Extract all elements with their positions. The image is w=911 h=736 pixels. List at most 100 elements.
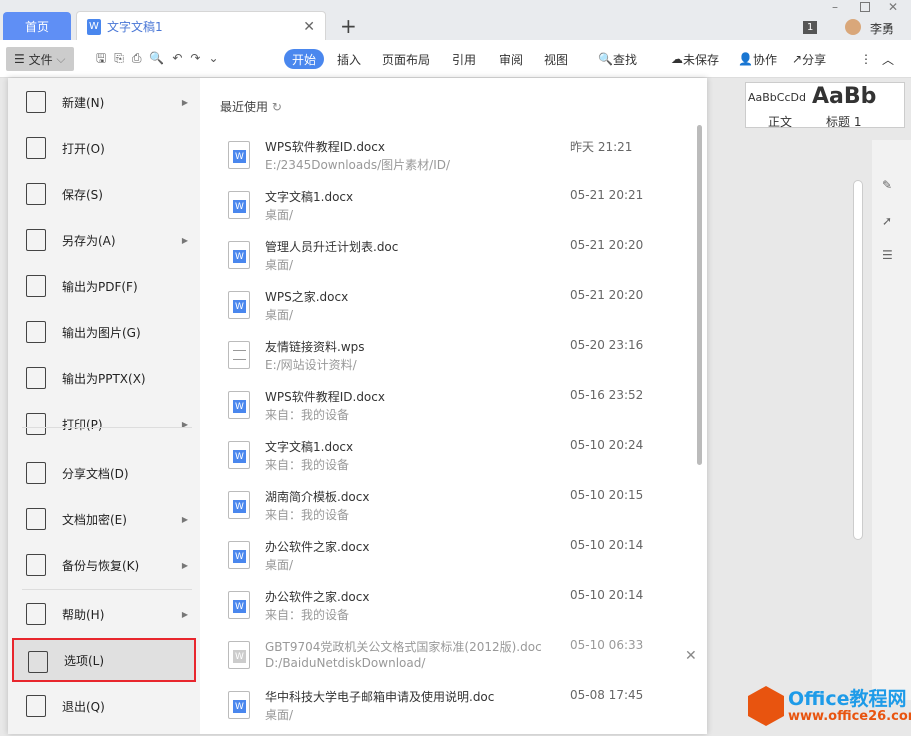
file-menu-list: 新建(N) ▶ 打开(O) 保存(S) 另存为(A) ▶ 输出为PDF(F) 输出为图片(G)… <box>8 78 200 734</box>
file-path: 桌面/ <box>265 208 294 222</box>
style-heading1[interactable]: AaBb <box>812 84 876 109</box>
close-icon[interactable]: ✕ <box>303 19 315 35</box>
tab-document[interactable]: W 文字文稿1 ✕ <box>76 11 326 41</box>
recent-file-row[interactable]: 友情链接资料.wps E:/网站设计资料/05-20 23:16 <box>220 336 700 386</box>
collapse-ribbon-icon[interactable]: ︿ <box>882 49 894 69</box>
file-date: 05-10 20:14 <box>570 588 644 602</box>
menu-item[interactable]: 输出为PDF(F) <box>12 264 196 308</box>
recent-file-row[interactable]: W 文字文稿1.docx 来自：我的设备 05-10 20:24 <box>220 436 700 486</box>
menu-item[interactable]: 新建(N) ▶ <box>12 80 196 124</box>
menu-item[interactable]: 文档加密(E) ▶ <box>12 497 196 541</box>
document-icon: W <box>228 591 250 619</box>
style-normal[interactable]: AaBbCcDd <box>748 91 806 104</box>
recent-scrollbar[interactable] <box>697 125 702 465</box>
menu-item-icon <box>26 462 46 484</box>
minimize-icon[interactable]: – <box>832 0 838 14</box>
tab-references[interactable]: 引用 <box>452 49 476 69</box>
menu-item[interactable]: 帮助(H) ▶ <box>12 592 196 636</box>
recent-title: 最近使用 ↻ <box>220 100 282 114</box>
user-name[interactable]: 李勇 <box>870 20 894 37</box>
menu-item[interactable]: 备份与恢复(K) ▶ <box>12 543 196 587</box>
share-button[interactable]: ↗ 分享 <box>792 49 826 69</box>
style-gallery[interactable]: AaBbCcDd 正文 AaBb 标题 1 <box>745 82 905 129</box>
tab-view[interactable]: 视图 <box>544 49 568 69</box>
tab-insert[interactable]: 插入 <box>337 49 361 69</box>
recent-file-row[interactable]: W WPS之家.docx 桌面/05-21 20:20 <box>220 286 700 336</box>
menu-item[interactable]: 输出为PPTX(X) <box>12 356 196 400</box>
menu-item[interactable]: 输出为图片(G) <box>12 310 196 354</box>
document-icon: W <box>228 691 250 719</box>
file-name: 友情链接资料.wps <box>265 340 365 354</box>
document-icon: W <box>228 291 250 319</box>
menu-item[interactable]: 保存(S) <box>12 172 196 216</box>
settings-sliders-icon[interactable]: ☰ <box>882 248 893 262</box>
style-normal-label: 正文 <box>768 115 793 129</box>
menu-item[interactable]: 另存为(A) ▶ <box>12 218 196 262</box>
quick-access-icons[interactable]: 🖫⎘⎙🔍↶↷⌄ <box>96 49 227 69</box>
style-heading1-label: 标题 1 <box>826 115 862 129</box>
unsaved-button[interactable]: ☁ 未保存 <box>671 49 719 69</box>
menu-item-icon <box>26 321 46 343</box>
toolbar: ☰ 文件 ⌵ 🖫⎘⎙🔍↶↷⌄ 开始 插入 页面布局 引用 审阅 视图 🔍 查找 ☁… <box>0 40 911 78</box>
recent-file-row[interactable]: W GBT9704党政机关公文格式国家标准(2012版).doc D:/BaiduN… <box>220 636 700 686</box>
file-menu-panel: 新建(N) ▶ 打开(O) 保存(S) 另存为(A) ▶ 输出为PDF(F) 输出为图片(G)… <box>8 78 707 734</box>
menu-item[interactable]: 打开(O) <box>12 126 196 170</box>
file-name: WPS软件教程ID.docx <box>265 140 385 154</box>
tab-review[interactable]: 审阅 <box>499 49 523 69</box>
menu-item-icon <box>26 508 46 530</box>
menu-item-icon <box>26 554 46 576</box>
recent-file-row[interactable]: W WPS软件教程ID.docx 来自：我的设备 05-16 23:52 <box>220 386 700 436</box>
recent-file-row[interactable]: W 文字文稿1.docx 桌面/05-21 20:21 <box>220 186 700 236</box>
document-icon: W <box>228 391 250 419</box>
file-date: 05-16 23:52 <box>570 388 644 402</box>
divider <box>22 589 192 590</box>
recent-file-row[interactable]: W 湖南简介模板.docx 来自：我的设备 05-10 20:15 <box>220 486 700 536</box>
refresh-icon[interactable]: ↻ <box>272 100 282 114</box>
menu-item[interactable]: 选项(L) <box>12 638 196 682</box>
file-name: 华中科技大学电子邮箱申请及使用说明.doc <box>265 690 495 704</box>
file-path: D:/BaiduNetdiskDownload/ <box>265 656 426 670</box>
file-menu-button[interactable]: ☰ 文件 ⌵ <box>6 47 74 71</box>
menu-item-label: 退出(Q) <box>62 699 105 714</box>
close-window-icon[interactable]: ✕ <box>888 0 898 14</box>
maximize-icon[interactable] <box>860 2 870 12</box>
menu-item[interactable]: 打印(P) ▶ <box>12 402 196 446</box>
remove-icon[interactable]: ✕ <box>685 648 697 664</box>
file-date: 05-08 17:45 <box>570 688 644 702</box>
more-icon[interactable]: ⋮ <box>860 49 872 69</box>
avatar[interactable] <box>845 19 861 35</box>
document-icon: W <box>228 541 250 569</box>
file-path: E:/网站设计资料/ <box>265 358 357 372</box>
menu-item-label: 备份与恢复(K) <box>62 558 140 573</box>
new-tab-button[interactable]: + <box>340 14 357 38</box>
menu-item-label: 输出为PDF(F) <box>62 279 138 294</box>
tab-layout[interactable]: 页面布局 <box>382 49 430 69</box>
recent-file-row[interactable]: W WPS软件教程ID.docx E:/2345Downloads/图片素材/ID/… <box>220 136 700 186</box>
tab-start[interactable]: 开始 <box>284 49 325 69</box>
menu-item-label: 输出为图片(G) <box>62 325 141 340</box>
file-path: 来自：我的设备 <box>265 508 350 522</box>
document-icon <box>228 341 250 369</box>
menu-item-icon <box>26 137 46 159</box>
recent-file-row[interactable]: W 华中科技大学电子邮箱申请及使用说明.doc 桌面/05-08 17:45 <box>220 686 700 736</box>
recent-file-row[interactable]: W 办公软件之家.docx 桌面/05-10 20:14 <box>220 536 700 586</box>
window-count-badge[interactable]: 1 <box>803 21 818 34</box>
file-name: WPS之家.docx <box>265 290 349 304</box>
tab-home[interactable]: 首页 <box>3 12 71 40</box>
menu-item[interactable]: 分享文档(D) <box>12 451 196 495</box>
find-button[interactable]: 🔍 查找 <box>598 49 637 69</box>
document-icon: W <box>228 641 250 669</box>
document-scrollbar[interactable] <box>853 180 863 540</box>
file-date: 05-21 20:20 <box>570 238 644 252</box>
menu-item[interactable]: 退出(Q) <box>12 684 196 728</box>
collab-button[interactable]: 👤 协作 <box>738 49 777 69</box>
recent-file-row[interactable]: W 管理人员升迁计划表.doc 桌面/05-21 20:20 <box>220 236 700 286</box>
menu-item-label: 文档加密(E) <box>62 512 127 527</box>
pen-icon[interactable]: ✎ <box>882 178 892 192</box>
menu-item-icon <box>26 229 46 251</box>
document-icon: W <box>228 191 250 219</box>
recent-file-row[interactable]: W 办公软件之家.docx 来自：我的设备 05-10 20:14 <box>220 586 700 636</box>
file-date: 05-20 23:16 <box>570 338 644 352</box>
file-path: 桌面/ <box>265 258 294 272</box>
cursor-icon[interactable]: ➚ <box>882 214 892 228</box>
